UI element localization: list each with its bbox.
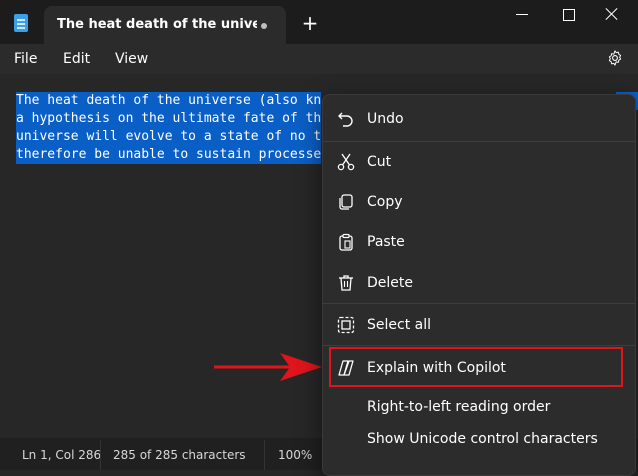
zoom-level[interactable]: 100% bbox=[278, 448, 312, 462]
cut-icon bbox=[337, 153, 355, 171]
menu-file[interactable]: File bbox=[14, 51, 37, 67]
notepad-icon bbox=[14, 14, 28, 32]
menu-copy[interactable]: Copy bbox=[323, 183, 635, 221]
status-divider bbox=[100, 440, 101, 470]
menu-delete[interactable]: Delete bbox=[323, 264, 635, 302]
menu-bar: File Edit View bbox=[0, 44, 638, 74]
paste-icon bbox=[339, 233, 353, 251]
tab-title: The heat death of the universe (als bbox=[57, 17, 257, 32]
unsaved-dot-icon[interactable] bbox=[261, 23, 267, 29]
editor-line[interactable]: therefore be unable to sustain processe bbox=[16, 146, 322, 164]
editor-line[interactable]: The heat death of the universe (also kn bbox=[16, 92, 322, 110]
editor-line[interactable]: universe will evolve to a state of no t bbox=[16, 128, 322, 146]
menu-divider bbox=[323, 345, 635, 346]
menu-divider bbox=[323, 303, 635, 304]
menu-label: Copy bbox=[367, 194, 403, 210]
status-divider bbox=[264, 440, 265, 470]
context-menu: Undo Cut Copy Paste Delete Select all Ex… bbox=[322, 94, 636, 476]
cursor-position: Ln 1, Col 286 bbox=[22, 448, 102, 462]
menu-edit[interactable]: Edit bbox=[63, 51, 90, 67]
menu-label: Right-to-left reading order bbox=[367, 399, 551, 415]
copy-icon bbox=[339, 194, 353, 210]
new-tab-button[interactable]: + bbox=[298, 12, 322, 36]
menu-label: Select all bbox=[367, 317, 431, 333]
editor-line[interactable]: a hypothesis on the ultimate fate of th bbox=[16, 110, 322, 128]
select-all-icon bbox=[337, 316, 355, 334]
settings-gear-icon[interactable] bbox=[606, 49, 624, 67]
menu-undo[interactable]: Undo bbox=[323, 100, 635, 138]
menu-cut[interactable]: Cut bbox=[323, 143, 635, 181]
copilot-highlight-box bbox=[329, 347, 623, 387]
menu-select-all[interactable]: Select all bbox=[323, 306, 635, 344]
maximize-icon[interactable] bbox=[563, 9, 575, 21]
character-count: 285 of 285 characters bbox=[113, 448, 246, 462]
menu-divider bbox=[323, 141, 635, 142]
document-tab[interactable]: The heat death of the universe (als bbox=[44, 6, 286, 44]
delete-icon bbox=[339, 275, 353, 291]
minimize-icon[interactable] bbox=[516, 14, 530, 16]
menu-show-unicode[interactable]: Show Unicode control characters bbox=[323, 420, 635, 458]
menu-label: Paste bbox=[367, 234, 405, 250]
menu-label: Show Unicode control characters bbox=[367, 431, 598, 447]
menu-label: Undo bbox=[367, 111, 404, 127]
menu-label: Delete bbox=[367, 275, 413, 291]
menu-view[interactable]: View bbox=[115, 51, 148, 67]
menu-paste[interactable]: Paste bbox=[323, 223, 635, 261]
red-arrow-icon bbox=[214, 353, 322, 381]
undo-icon bbox=[338, 112, 353, 127]
menu-label: Cut bbox=[367, 154, 392, 170]
close-icon[interactable] bbox=[605, 7, 619, 21]
title-bar: The heat death of the universe (als + bbox=[0, 0, 638, 44]
